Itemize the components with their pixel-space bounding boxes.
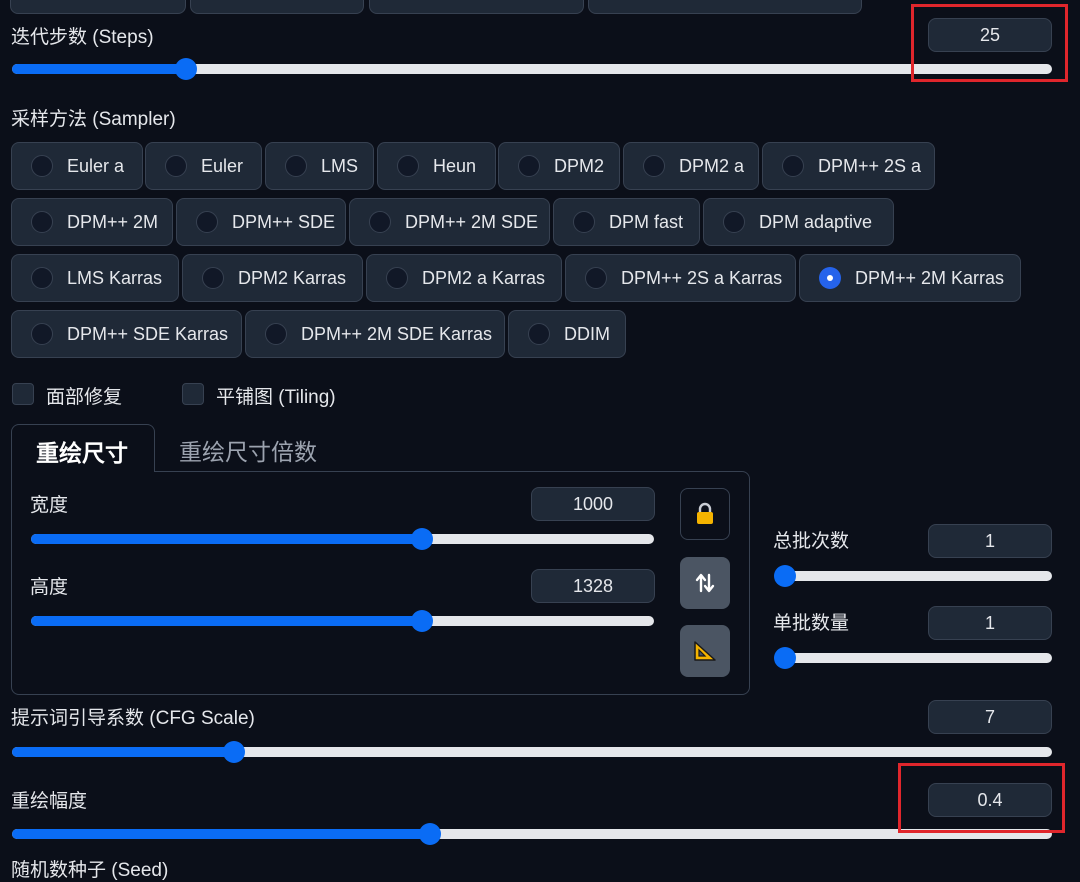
width-input[interactable]: 1000 (531, 487, 655, 521)
radio-circle (202, 267, 224, 289)
height-slider-fill (31, 616, 422, 626)
sampler-option[interactable]: LMS Karras (11, 254, 179, 302)
cfg-slider-thumb[interactable] (223, 741, 245, 763)
sampler-option[interactable]: Euler (145, 142, 262, 190)
radio-circle (573, 211, 595, 233)
seed-label: 随机数种子 (Seed) (11, 860, 169, 881)
swap-icon (695, 573, 715, 593)
radio-circle (585, 267, 607, 289)
width-slider[interactable] (31, 528, 654, 550)
batch-count-slider[interactable] (774, 565, 1052, 587)
tab-resize[interactable]: 重绘尺寸 (11, 424, 155, 472)
batch-size-label: 单批数量 (773, 613, 850, 634)
sampler-option-selected[interactable]: DPM++ 2M Karras (799, 254, 1021, 302)
batch-size-slider-thumb[interactable] (774, 647, 796, 669)
steps-slider-thumb[interactable] (175, 58, 197, 80)
sampler-option[interactable]: DPM adaptive (703, 198, 894, 246)
radio-circle (518, 155, 540, 177)
width-label: 宽度 (30, 495, 69, 516)
radio-circle-checked (819, 267, 841, 289)
radio-circle (528, 323, 550, 345)
ruler-triangle-icon (694, 641, 716, 661)
radio-circle (31, 267, 53, 289)
denoise-highlight-box (898, 763, 1065, 833)
cfg-slider-fill (12, 747, 234, 757)
radio-circle (782, 155, 804, 177)
sampler-option[interactable]: LMS (265, 142, 374, 190)
sampler-option[interactable]: DPM++ 2S a Karras (565, 254, 796, 302)
detect-size-button[interactable] (680, 625, 730, 677)
sampler-option[interactable]: DPM2 Karras (182, 254, 363, 302)
tiling-label: 平铺图 (Tiling) (216, 387, 336, 408)
denoise-slider-fill (12, 829, 430, 839)
batch-count-slider-thumb[interactable] (774, 565, 796, 587)
sampler-option[interactable]: DPM++ 2M SDE (349, 198, 550, 246)
cfg-input[interactable]: 7 (928, 700, 1052, 734)
cfg-label: 提示词引导系数 (CFG Scale) (11, 708, 255, 729)
tab-resize-by[interactable]: 重绘尺寸倍数 (179, 433, 317, 467)
sampler-option[interactable]: DPM++ SDE Karras (11, 310, 242, 358)
radio-circle (196, 211, 218, 233)
top-button-3[interactable] (369, 0, 584, 14)
sampler-option[interactable]: DPM++ 2S a (762, 142, 935, 190)
top-button-4[interactable] (588, 0, 862, 14)
height-input[interactable]: 1328 (531, 569, 655, 603)
swap-dimensions-button[interactable] (680, 557, 730, 609)
lock-icon (697, 502, 713, 524)
denoise-slider[interactable] (12, 823, 1052, 845)
batch-size-input[interactable]: 1 (928, 606, 1052, 640)
sampler-option[interactable]: DPM++ SDE (176, 198, 346, 246)
radio-circle (265, 323, 287, 345)
lock-aspect-button[interactable] (680, 488, 730, 540)
sampler-option[interactable]: Heun (377, 142, 496, 190)
face-restore-label: 面部修复 (46, 387, 123, 408)
radio-circle (31, 323, 53, 345)
sampler-option[interactable]: DPM++ 2M SDE Karras (245, 310, 505, 358)
face-restore-checkbox[interactable] (12, 383, 34, 405)
steps-highlight-box (911, 4, 1068, 82)
height-slider-thumb[interactable] (411, 610, 433, 632)
radio-circle (165, 155, 187, 177)
batch-size-slider[interactable] (774, 647, 1052, 669)
width-slider-thumb[interactable] (411, 528, 433, 550)
cfg-slider[interactable] (12, 741, 1052, 763)
steps-slider-fill (12, 64, 186, 74)
radio-circle (723, 211, 745, 233)
radio-circle (397, 155, 419, 177)
sampler-option[interactable]: DPM2 a Karras (366, 254, 562, 302)
width-slider-fill (31, 534, 422, 544)
radio-circle (285, 155, 307, 177)
radio-circle (386, 267, 408, 289)
sampler-option[interactable]: DPM++ 2M (11, 198, 173, 246)
height-slider[interactable] (31, 610, 654, 632)
sampler-option[interactable]: DPM fast (553, 198, 700, 246)
height-label: 高度 (30, 577, 69, 598)
sampler-option[interactable]: DDIM (508, 310, 626, 358)
denoise-slider-thumb[interactable] (419, 823, 441, 845)
top-button-1[interactable] (10, 0, 186, 14)
tab-resize-label: 重绘尺寸 (36, 440, 128, 466)
steps-slider[interactable] (12, 58, 1052, 80)
radio-circle (369, 211, 391, 233)
steps-label: 迭代步数 (Steps) (11, 27, 154, 48)
top-button-2[interactable] (190, 0, 364, 14)
sampler-option[interactable]: DPM2 (498, 142, 620, 190)
radio-circle (643, 155, 665, 177)
sampler-option[interactable]: DPM2 a (623, 142, 759, 190)
batch-count-input[interactable]: 1 (928, 524, 1052, 558)
denoise-label: 重绘幅度 (11, 791, 88, 812)
tiling-checkbox[interactable] (182, 383, 204, 405)
radio-circle (31, 211, 53, 233)
radio-circle (31, 155, 53, 177)
batch-count-label: 总批次数 (773, 531, 850, 552)
sampler-option[interactable]: Euler a (11, 142, 143, 190)
sampler-label: 采样方法 (Sampler) (11, 109, 176, 130)
